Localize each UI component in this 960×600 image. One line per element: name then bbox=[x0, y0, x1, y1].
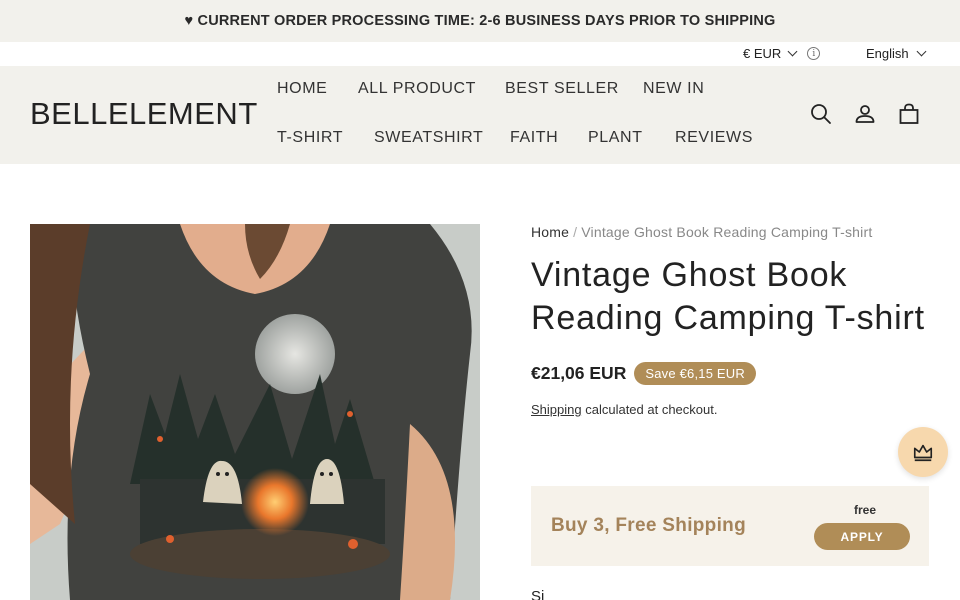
save-badge: Save €6,15 EUR bbox=[634, 362, 756, 385]
breadcrumb-separator: / bbox=[573, 224, 578, 240]
product-title: Vintage Ghost Book Reading Camping T-shi… bbox=[531, 256, 925, 337]
nav-faith[interactable]: FAITH bbox=[510, 129, 558, 147]
promo-text: Buy 3, Free Shipping bbox=[551, 515, 746, 536]
nav-sweatshirt[interactable]: SWEATSHIRT bbox=[374, 129, 483, 147]
main-nav: HOME ALL PRODUCT BEST SELLER NEW IN T-SH… bbox=[277, 66, 777, 164]
shipping-link[interactable]: Shipping bbox=[531, 402, 582, 417]
search-icon[interactable] bbox=[809, 102, 833, 126]
site-header: BELLELEMENT HOME ALL PRODUCT BEST SELLER… bbox=[0, 66, 960, 164]
size-label: Si bbox=[531, 588, 545, 600]
utility-bar: € EUR i English bbox=[0, 42, 960, 66]
product-photo bbox=[30, 224, 480, 600]
chevron-down-icon bbox=[787, 46, 798, 57]
nav-all-product[interactable]: ALL PRODUCT bbox=[358, 80, 476, 98]
cart-icon[interactable] bbox=[897, 102, 921, 126]
promo-banner: Buy 3, Free Shipping free APPLY bbox=[531, 486, 929, 566]
breadcrumb-current: Vintage Ghost Book Reading Camping T-shi… bbox=[581, 224, 873, 240]
currency-selector[interactable]: € EUR i bbox=[743, 46, 821, 61]
nav-best-seller[interactable]: BEST SELLER bbox=[505, 80, 619, 98]
chevron-down-icon bbox=[916, 46, 927, 57]
nav-plant[interactable]: PLANT bbox=[588, 129, 643, 147]
promo-free-label: free bbox=[853, 503, 876, 517]
breadcrumb: Home / Vintage Ghost Book Reading Camping … bbox=[531, 224, 931, 240]
breadcrumb-home[interactable]: Home bbox=[531, 224, 569, 240]
apply-button[interactable]: APPLY bbox=[814, 523, 910, 550]
product-price: €21,06 EUR bbox=[531, 363, 627, 383]
logo[interactable]: BELLELEMENT bbox=[30, 96, 258, 132]
info-icon[interactable]: i bbox=[807, 47, 821, 60]
announcement-text: ♥ CURRENT ORDER PROCESSING TIME: 2-6 BUS… bbox=[184, 13, 776, 29]
price-row: €21,06 EUR Save €6,15 EUR bbox=[531, 362, 931, 385]
product-image[interactable] bbox=[30, 224, 480, 600]
rewards-launcher[interactable] bbox=[898, 427, 948, 477]
nav-new-in[interactable]: NEW IN bbox=[643, 80, 704, 98]
shipping-note: Shipping calculated at checkout. bbox=[531, 402, 931, 417]
account-icon[interactable] bbox=[853, 102, 877, 126]
shipping-note-text: calculated at checkout. bbox=[581, 402, 718, 417]
announcement-bar: ♥ CURRENT ORDER PROCESSING TIME: 2-6 BUS… bbox=[0, 0, 960, 42]
crown-icon bbox=[913, 444, 933, 462]
product-info: Home / Vintage Ghost Book Reading Camping … bbox=[531, 224, 931, 417]
nav-t-shirt[interactable]: T-SHIRT bbox=[277, 129, 343, 147]
currency-label: € EUR bbox=[743, 46, 782, 61]
nav-reviews[interactable]: REVIEWS bbox=[675, 129, 753, 147]
language-selector[interactable]: English bbox=[866, 46, 927, 61]
nav-home[interactable]: HOME bbox=[277, 80, 327, 98]
language-label: English bbox=[866, 46, 909, 61]
